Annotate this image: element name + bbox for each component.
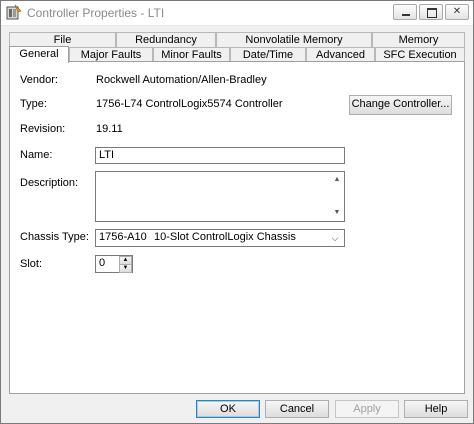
window-title: Controller Properties - LTI bbox=[27, 6, 165, 20]
maximize-icon bbox=[427, 8, 437, 18]
slot-label: Slot: bbox=[20, 258, 43, 270]
description-label: Description: bbox=[20, 177, 79, 189]
apply-button[interactable]: Apply bbox=[335, 400, 399, 418]
vendor-label: Vendor: bbox=[20, 74, 58, 86]
scroll-up-icon[interactable]: ▲ bbox=[330, 173, 344, 187]
tab-date-time[interactable]: Date/Time bbox=[230, 47, 306, 62]
tab-file[interactable]: File bbox=[9, 32, 116, 47]
revision-label: Revision: bbox=[20, 123, 66, 135]
title-bar[interactable]: Controller Properties - LTI ✕ bbox=[1, 1, 473, 26]
chassis-code: 1756-A10 bbox=[99, 231, 147, 243]
chassis-description: 10-Slot ControlLogix Chassis bbox=[154, 231, 296, 243]
chevron-down-icon: ⌵ bbox=[331, 233, 339, 243]
maximize-button[interactable] bbox=[419, 4, 443, 20]
close-button[interactable]: ✕ bbox=[445, 4, 469, 20]
vendor-value: Rockwell Automation/Allen-Bradley bbox=[96, 74, 267, 86]
close-icon: ✕ bbox=[452, 6, 462, 17]
tab-major-faults[interactable]: Major Faults bbox=[69, 47, 153, 62]
scroll-down-icon[interactable]: ▼ bbox=[330, 206, 344, 220]
tab-redundancy[interactable]: Redundancy bbox=[116, 32, 216, 47]
chassis-type-label: Chassis Type: bbox=[20, 231, 89, 243]
tab-nonvolatile-memory[interactable]: Nonvolatile Memory bbox=[216, 32, 372, 47]
name-label: Name: bbox=[20, 149, 53, 161]
slot-value: 0 bbox=[99, 257, 106, 269]
cancel-button[interactable]: Cancel bbox=[265, 400, 329, 418]
controller-properties-dialog: Controller Properties - LTI ✕ File Redun… bbox=[0, 0, 474, 424]
controller-app-icon bbox=[6, 4, 22, 20]
minimize-icon bbox=[402, 14, 410, 16]
type-value: 1756-L74 ControlLogix5574 Controller bbox=[96, 98, 283, 110]
chassis-type-select[interactable]: 1756-A10 10-Slot ControlLogix Chassis ⌵ bbox=[95, 229, 345, 247]
tab-memory[interactable]: Memory bbox=[372, 32, 465, 47]
tab-general[interactable]: General bbox=[9, 46, 69, 63]
minimize-button[interactable] bbox=[393, 4, 417, 20]
ok-button[interactable]: OK bbox=[196, 400, 260, 418]
revision-value: 19.11 bbox=[96, 123, 123, 135]
change-controller-button[interactable]: Change Controller... bbox=[349, 95, 452, 115]
name-input[interactable]: LTI bbox=[95, 147, 345, 164]
tab-sfc-execution[interactable]: SFC Execution bbox=[375, 47, 465, 62]
tab-advanced[interactable]: Advanced bbox=[306, 47, 375, 62]
help-button[interactable]: Help bbox=[404, 400, 468, 418]
description-textarea[interactable] bbox=[95, 171, 345, 222]
slot-decrement-icon[interactable]: ▼ bbox=[119, 264, 132, 273]
tab-minor-faults[interactable]: Minor Faults bbox=[153, 47, 230, 62]
type-label: Type: bbox=[20, 98, 47, 110]
